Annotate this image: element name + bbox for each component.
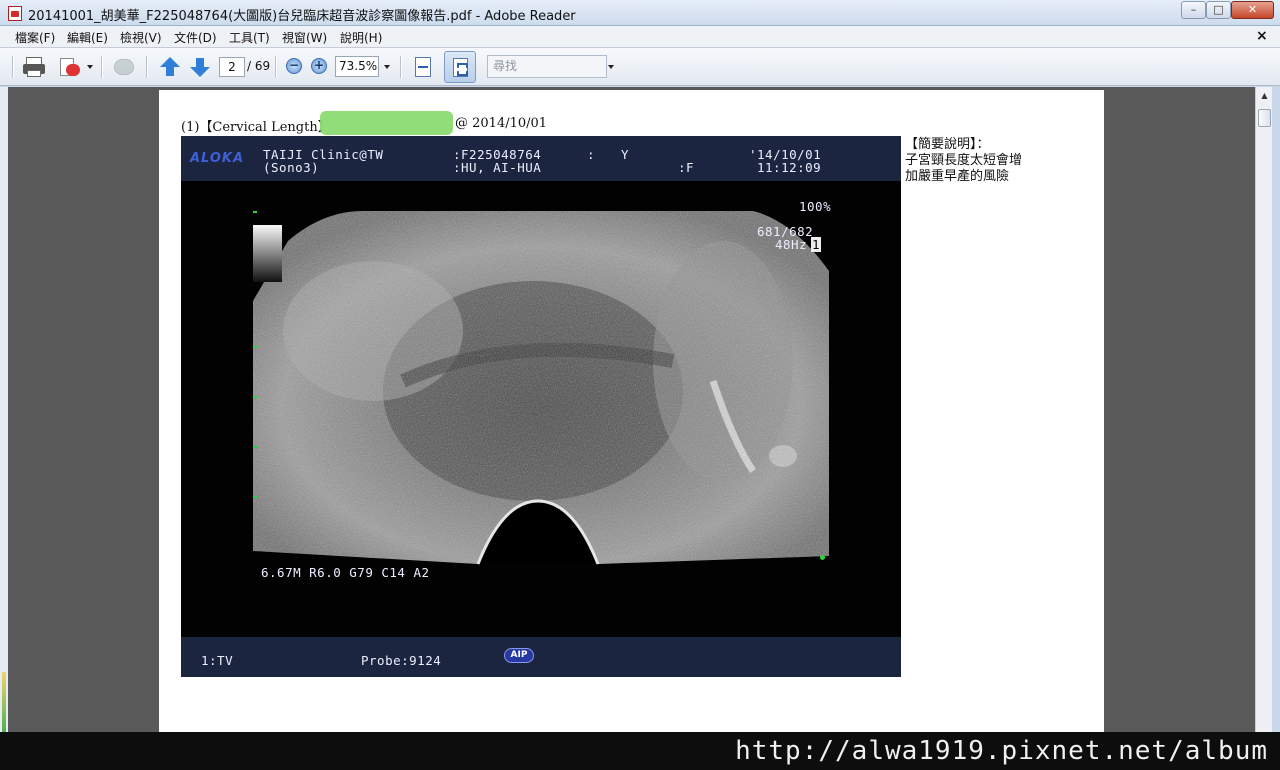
summary-title: 【簡要說明】： <box>905 137 990 152</box>
redaction-mark <box>320 111 453 135</box>
create-dropdown-icon[interactable] <box>87 65 93 69</box>
depth-marker <box>253 396 257 398</box>
toolbar-separator <box>146 56 147 78</box>
title-bar: 20141001_胡美華_F225048764(大圖版)台兒臨床超音波診察圖像報… <box>0 0 1280 26</box>
zoom-level-input[interactable]: 73.5% <box>335 56 379 77</box>
toolbar-separator <box>400 56 401 78</box>
toolbar-separator <box>101 56 102 78</box>
menu-view[interactable]: 檢視(V) <box>120 29 162 46</box>
scroll-up-icon[interactable]: ▲ <box>1258 89 1271 102</box>
frame-rate-box: 1 <box>811 237 822 252</box>
window-title: 20141001_胡美華_F225048764(大圖版)台兒臨床超音波診察圖像報… <box>28 9 576 24</box>
print-icon[interactable] <box>22 55 48 79</box>
zoom-out-icon[interactable]: − <box>286 58 302 74</box>
menu-edit[interactable]: 編輯(E) <box>67 29 108 46</box>
menu-file[interactable]: 檔案(F) <box>15 29 55 46</box>
maximize-button[interactable]: □ <box>1206 1 1231 19</box>
menu-help[interactable]: 說明(H) <box>340 29 382 46</box>
zoom-in-icon[interactable]: + <box>311 58 327 74</box>
depth-marker <box>253 211 257 213</box>
depth-marker <box>253 346 257 348</box>
ultrasound-image: ALOKA TAIJI Clinic@TW (Sono3) :F22504876… <box>181 136 901 677</box>
vertical-scrollbar[interactable]: ▲ <box>1255 87 1272 758</box>
menu-window[interactable]: 視窗(W) <box>282 29 327 46</box>
zoom-dropdown-icon[interactable] <box>384 65 390 69</box>
section-heading-date: @ 2014/10/01 <box>455 116 548 131</box>
page-number-input[interactable]: 2 <box>219 57 245 77</box>
window-frame <box>1272 87 1280 770</box>
display-mode: 1:TV <box>201 653 234 668</box>
menu-document[interactable]: 文件(D) <box>174 29 217 46</box>
patient-name: :HU, AI-HUA <box>453 160 542 175</box>
collaborate-icon[interactable] <box>112 55 138 79</box>
header-flag: Y <box>621 147 630 162</box>
gain-percent: 100% <box>799 199 832 214</box>
menu-tools[interactable]: 工具(T) <box>229 29 270 46</box>
depth-marker <box>253 446 257 448</box>
summary-line: 加嚴重早產的風險 <box>905 169 1010 184</box>
search-input[interactable]: 尋找 <box>487 55 607 78</box>
summary-note: 【簡要說明】： 子宮頸長度太短會增 加嚴重早產的風險 <box>905 137 1022 185</box>
fit-page-icon[interactable] <box>444 51 476 83</box>
frame-rate: 48Hz <box>775 237 808 252</box>
minimize-button[interactable]: – <box>1181 1 1206 19</box>
toolbar <box>0 48 1280 86</box>
aip-badge: AIP <box>504 648 534 663</box>
ultrasound-footer: 1:TV Probe:9124 <box>181 637 901 677</box>
fit-width-icon[interactable] <box>411 55 437 79</box>
probe-label: Probe:9124 <box>361 653 442 668</box>
depth-marker <box>253 496 257 498</box>
grayscale-bar <box>253 225 282 282</box>
toolbar-separator <box>12 56 13 78</box>
aloka-logo: ALOKA <box>190 151 245 166</box>
left-panel-strip[interactable] <box>0 87 8 770</box>
toolbar-separator <box>275 56 276 78</box>
exam-time: 11:12:09 <box>757 160 822 175</box>
menu-bar: 檔案(F) 編輯(E) 檢視(V) 文件(D) 工具(T) 視窗(W) 說明(H… <box>0 26 1280 48</box>
next-page-icon[interactable] <box>187 55 213 79</box>
scroll-thumb[interactable] <box>1258 109 1271 127</box>
summary-line: 子宮頸長度太短會增 <box>905 153 1023 168</box>
adobe-reader-window: 20141001_胡美華_F225048764(大圖版)台兒臨床超音波診察圖像報… <box>0 0 1280 770</box>
close-window-button[interactable]: ✕ <box>1231 1 1274 19</box>
page-total-label: / 69 <box>247 59 271 73</box>
patient-sex: :F <box>678 160 695 175</box>
watermark-text: http://alwa1919.pixnet.net/album <box>735 736 1268 766</box>
create-pdf-icon[interactable] <box>58 55 84 79</box>
cervix-scan <box>253 211 829 565</box>
focus-marker <box>820 555 825 560</box>
close-document-button[interactable]: × <box>1256 28 1268 44</box>
ultrasound-header: ALOKA TAIJI Clinic@TW (Sono3) :F22504876… <box>181 136 901 181</box>
section-heading: (1)【Cervical Length】 <box>181 120 331 135</box>
search-dropdown-icon[interactable] <box>608 65 614 69</box>
scan-parameters: 6.67M R6.0 G79 C14 A2 <box>261 565 430 580</box>
header-separator: : <box>587 147 596 162</box>
previous-page-icon[interactable] <box>157 55 183 79</box>
pdf-file-icon <box>8 6 22 21</box>
machine-model: (Sono3) <box>263 160 320 175</box>
